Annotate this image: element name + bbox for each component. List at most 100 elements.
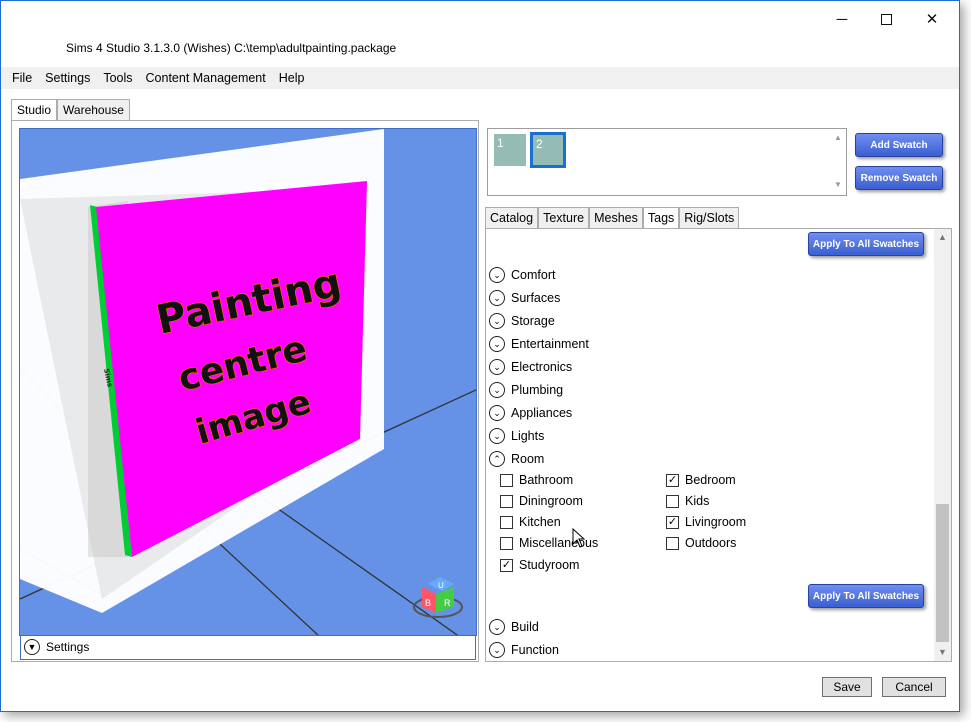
- checkbox[interactable]: [666, 494, 679, 508]
- menu-content-management[interactable]: Content Management: [146, 71, 266, 85]
- checkbox[interactable]: [500, 494, 513, 508]
- tag-label: Bathroom: [519, 473, 574, 487]
- maximize-button[interactable]: [863, 5, 909, 33]
- category-label: Storage: [511, 314, 555, 328]
- category-surfaces[interactable]: ⌄ Surfaces: [489, 290, 560, 306]
- swatch-scrollbar[interactable]: ▲ ▼: [830, 129, 846, 195]
- menu-file[interactable]: File: [12, 71, 32, 85]
- tab-warehouse[interactable]: Warehouse: [57, 99, 130, 121]
- tag-outdoors[interactable]: Outdoors: [666, 536, 736, 550]
- category-electronics[interactable]: ⌄ Electronics: [489, 359, 572, 375]
- category-lights[interactable]: ⌄ Lights: [489, 428, 544, 444]
- checkmark-icon[interactable]: ✓: [500, 558, 513, 572]
- menu-tools[interactable]: Tools: [103, 71, 132, 85]
- swatch-list: 1 2 ▲ ▼: [487, 128, 847, 196]
- window-title: Sims 4 Studio 3.1.3.0 (Wishes) C:\temp\a…: [66, 41, 397, 55]
- tag-bedroom[interactable]: ✓ Bedroom: [666, 473, 736, 487]
- apply-all-swatches-button-top[interactable]: Apply To All Swatches: [808, 232, 924, 256]
- category-build[interactable]: ⌄ Build: [489, 619, 539, 635]
- tag-label: Kids: [685, 494, 710, 508]
- remove-swatch-button[interactable]: Remove Swatch: [855, 166, 943, 190]
- main-tabs: Studio Warehouse: [11, 99, 130, 121]
- checkbox[interactable]: [500, 473, 513, 487]
- checkmark-icon[interactable]: ✓: [666, 515, 679, 529]
- tag-label: Miscellaneous: [519, 536, 599, 550]
- category-label: Plumbing: [511, 383, 564, 397]
- cancel-button[interactable]: Cancel: [882, 677, 946, 697]
- tag-label: Kitchen: [519, 515, 561, 529]
- menu-bar: File Settings Tools Content Management H…: [1, 67, 959, 89]
- chevron-down-icon: ⌄: [489, 405, 505, 421]
- menu-settings[interactable]: Settings: [45, 71, 90, 85]
- tag-label: Studyroom: [519, 558, 580, 572]
- add-swatch-button[interactable]: Add Swatch: [855, 133, 943, 157]
- tag-diningroom[interactable]: Diningroom: [500, 494, 583, 508]
- tab-tags[interactable]: Tags: [642, 207, 680, 229]
- 3d-viewport[interactable]: Sims Painting centre image U B R: [19, 128, 477, 636]
- main-window: Sims 4 Studio 3.1.3.0 (Wishes) C:\temp\a…: [0, 0, 960, 712]
- category-storage[interactable]: ⌄ Storage: [489, 313, 555, 329]
- scroll-thumb[interactable]: [936, 504, 949, 642]
- scroll-down-icon[interactable]: ▼: [934, 647, 951, 657]
- chevron-down-icon: ⌄: [489, 290, 505, 306]
- gizmo-top-label: U: [438, 581, 444, 590]
- tag-bathroom[interactable]: Bathroom: [500, 473, 573, 487]
- checkmark-icon[interactable]: ✓: [666, 473, 679, 487]
- gizmo-right-label: R: [444, 598, 451, 608]
- viewport-settings-label: Settings: [46, 640, 90, 654]
- category-label: Room: [511, 452, 545, 466]
- swatch-1[interactable]: 1: [494, 134, 526, 166]
- orientation-gizmo[interactable]: U B R: [413, 577, 463, 618]
- chevron-down-icon: ⌄: [489, 336, 505, 352]
- close-button[interactable]: ✕: [909, 5, 955, 33]
- tag-kitchen[interactable]: Kitchen: [500, 515, 561, 529]
- chevron-down-icon: ⌄: [489, 642, 505, 658]
- swatch-2[interactable]: 2: [530, 132, 566, 168]
- gizmo-left-label: B: [425, 598, 431, 608]
- category-label: Entertainment: [511, 337, 589, 351]
- tab-catalog[interactable]: Catalog: [485, 207, 539, 229]
- category-label: Comfort: [511, 268, 556, 282]
- close-icon: ✕: [925, 11, 939, 28]
- save-button[interactable]: Save: [822, 677, 872, 697]
- chevron-down-icon: ⌄: [489, 267, 505, 283]
- tab-meshes[interactable]: Meshes: [589, 207, 643, 229]
- chevron-down-icon: ⌄: [489, 619, 505, 635]
- scene-svg: Sims Painting centre image U B R: [20, 129, 476, 635]
- checkbox[interactable]: [500, 536, 513, 550]
- checkbox[interactable]: [500, 515, 513, 529]
- menu-help[interactable]: Help: [279, 71, 305, 85]
- tags-scrollbar[interactable]: ▲ ▼: [934, 229, 951, 661]
- checkbox[interactable]: [666, 536, 679, 550]
- category-comfort[interactable]: ⌄ Comfort: [489, 267, 555, 283]
- category-function[interactable]: ⌄ Function: [489, 642, 559, 658]
- minimize-button[interactable]: ─: [819, 5, 865, 33]
- tag-label: Bedroom: [685, 473, 736, 487]
- category-label: Build: [511, 620, 539, 634]
- tab-rig-slots[interactable]: Rig/Slots: [679, 207, 740, 229]
- category-entertainment[interactable]: ⌄ Entertainment: [489, 336, 589, 352]
- apply-all-swatches-button-bottom[interactable]: Apply To All Swatches: [808, 584, 924, 608]
- swatch-label: 2: [536, 137, 543, 151]
- tag-label: Livingroom: [685, 515, 747, 529]
- tab-studio[interactable]: Studio: [11, 99, 58, 121]
- scroll-down-icon[interactable]: ▼: [830, 180, 846, 189]
- category-appliances[interactable]: ⌄ Appliances: [489, 405, 572, 421]
- tag-label: Diningroom: [519, 494, 583, 508]
- tags-panel: Apply To All Swatches ⌄ Comfort ⌄ Surfaces…: [485, 228, 952, 662]
- tag-studyroom[interactable]: ✓ Studyroom: [500, 558, 579, 572]
- category-label: Surfaces: [511, 291, 561, 305]
- scroll-up-icon[interactable]: ▲: [934, 232, 951, 242]
- category-label: Electronics: [511, 360, 573, 374]
- tag-kids[interactable]: Kids: [666, 494, 709, 508]
- tab-texture[interactable]: Texture: [538, 207, 590, 229]
- chevron-down-icon: ⌄: [489, 359, 505, 375]
- category-plumbing[interactable]: ⌄ Plumbing: [489, 382, 563, 398]
- minimize-icon: ─: [836, 10, 848, 28]
- viewport-settings-toggle[interactable]: ▼ Settings: [20, 635, 476, 660]
- category-room[interactable]: ⌃ Room: [489, 451, 544, 467]
- tag-livingroom[interactable]: ✓ Livingroom: [666, 515, 746, 529]
- chevron-down-icon: ⌄: [489, 382, 505, 398]
- tag-label: Outdoors: [685, 536, 737, 550]
- scroll-up-icon[interactable]: ▲: [830, 133, 846, 142]
